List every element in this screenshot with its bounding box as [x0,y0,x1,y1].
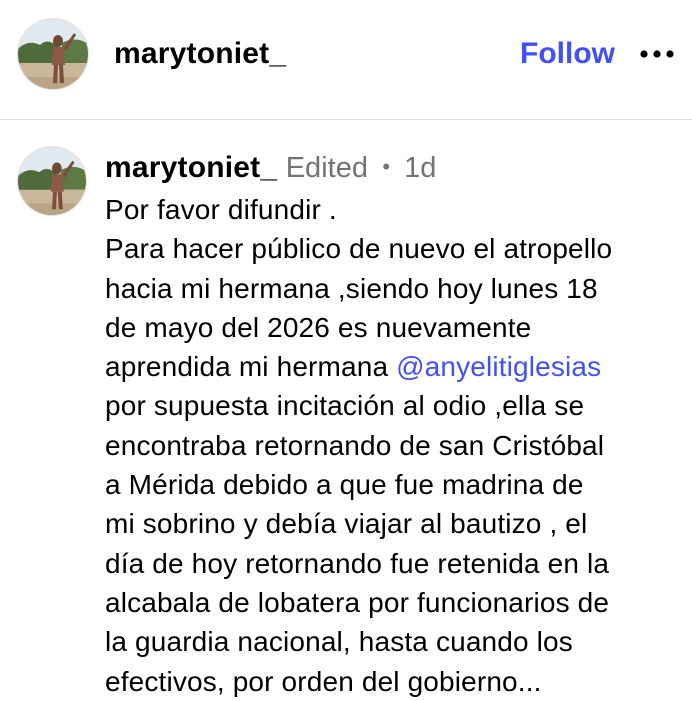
comment-line: de mayo del 2026 es nuevamente [105,311,532,343]
comment-line: a Mérida debido a que fue madrina de [105,469,584,501]
comment-line-text: aprendida mi hermana [105,351,397,383]
comment-meta: marytoniet_ Edited • 1d [105,150,436,191]
comment-line: mi sobrino y debía viajar al bautizo , e… [105,508,588,540]
comment-line-with-mention: aprendida mi hermana @anyelitiglesias [105,347,690,386]
comment-line: Para hacer público de nuevo el atropello [105,233,613,265]
avatar-photo [18,19,88,89]
comment-line: encontraba retornando de san Cristóbal [105,429,605,461]
more-horizontal-icon[interactable] [638,44,676,64]
comment-username[interactable]: marytoniet_ [105,151,277,184]
comment-timestamp[interactable]: 1d [404,152,436,184]
comment-line: hacia mi hermana ,siendo hoy lunes 18 [105,272,598,304]
edited-label: Edited [285,152,368,184]
follow-button[interactable]: Follow [520,36,615,72]
mention-link[interactable]: @anyelitiglesias [396,351,601,382]
avatar-photo [18,147,86,215]
comment-avatar[interactable] [17,146,87,216]
separator-dot: • [382,154,391,179]
comment-line: la guardia nacional, hasta cuando los [105,626,573,658]
comment-text: Por favor difundir . Para hacer público … [105,190,690,701]
profile-avatar[interactable] [17,18,89,90]
comment-line: alcabala de lobatera por funcionarios de [105,586,610,618]
post-header: marytoniet_ Follow [0,0,692,120]
comment-line: Por favor difundir . [105,194,337,225]
comment-line: día de hoy retornando fue retenida en la [105,547,610,579]
comment-line: efectivos, por orden del gobierno... [105,665,542,697]
comment-line: por supuesta incitación al odio ,ella se [105,390,585,422]
header-username[interactable]: marytoniet_ [114,36,286,72]
